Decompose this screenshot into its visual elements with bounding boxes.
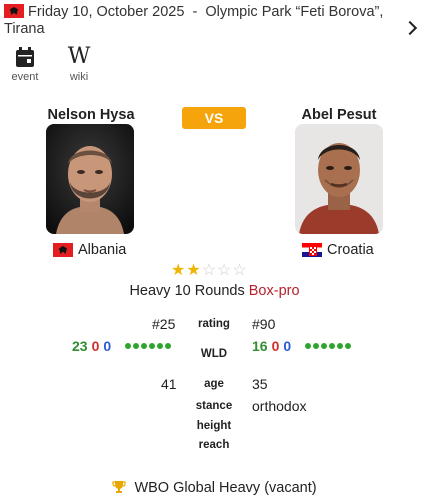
fighter2-name[interactable]: Abel Pesut — [292, 107, 386, 123]
fighter2-losses: 0 — [271, 338, 280, 354]
wiki-link-label: wiki — [69, 71, 89, 83]
win-dot — [329, 343, 336, 349]
star-empty-icon: ☆ — [217, 262, 232, 279]
win-dot — [157, 343, 164, 349]
age-label: age — [204, 378, 224, 390]
fighter1-name[interactable]: Nelson Hysa — [44, 107, 138, 123]
wld-label: WLD — [200, 348, 228, 360]
win-dot — [305, 343, 312, 349]
albania-flag-icon — [53, 243, 73, 257]
event-date: Friday 10, October 2025 — [28, 4, 185, 20]
fighter2-record: 16 0 0 — [252, 338, 352, 354]
title-belt: WBO Global Heavy (vacant) — [0, 480, 429, 496]
fighter2-photo[interactable] — [295, 124, 383, 234]
fighter2-rank: #90 — [252, 316, 276, 332]
fighter1-photo[interactable] — [46, 124, 134, 234]
quick-links: event W wiki — [6, 44, 98, 84]
fighter2-country-label: Croatia — [327, 242, 374, 258]
height-label: height — [196, 420, 232, 432]
event-separator: - — [192, 4, 198, 20]
calendar-icon — [6, 46, 44, 68]
fighter1-losses: 0 — [91, 338, 100, 354]
event-link-label: event — [11, 71, 39, 83]
wiki-link[interactable]: W wiki — [60, 44, 98, 84]
fight-rating-stars: ★ ★ ☆ ☆ ☆ — [171, 263, 247, 279]
win-dot — [133, 343, 140, 349]
star-empty-icon: ☆ — [232, 262, 247, 279]
fighter1-rank: #25 — [152, 316, 176, 332]
trophy-icon — [112, 481, 127, 493]
win-dot — [337, 343, 344, 349]
croatia-flag-icon — [302, 243, 322, 257]
win-dot — [165, 343, 172, 349]
win-dot — [125, 343, 132, 349]
fighter1-age: 41 — [161, 376, 177, 392]
fighter1-record: 23 0 0 — [72, 338, 172, 354]
star-filled-icon: ★ — [171, 262, 186, 279]
fighter1-country: Albania — [53, 242, 126, 258]
fighter2-stance: orthodox — [252, 398, 307, 414]
rating-label: rating — [198, 318, 230, 330]
fighter1-country-label: Albania — [78, 242, 127, 258]
fight-info: Heavy 10 Rounds Box-pro — [0, 283, 429, 299]
stance-label: stance — [195, 400, 233, 412]
event-link[interactable]: event — [6, 46, 44, 83]
win-dot — [141, 343, 148, 349]
title-belt-label: WBO Global Heavy (vacant) — [134, 480, 317, 496]
reach-label: reach — [198, 439, 230, 451]
wikipedia-icon: W — [67, 44, 91, 69]
fight-type[interactable]: Box-pro — [249, 283, 300, 299]
fighter1-wins: 23 — [72, 338, 88, 354]
albania-flag-icon — [4, 4, 24, 18]
fighter1-draws: 0 — [103, 338, 112, 354]
win-dot — [313, 343, 320, 349]
fighter2-draws: 0 — [283, 338, 292, 354]
fighter2-age: 35 — [252, 376, 268, 392]
chevron-right-icon[interactable] — [405, 20, 417, 38]
fighter1-last-fights — [125, 343, 172, 349]
event-header[interactable]: Friday 10, October 2025 - Olympic Park “… — [4, 4, 399, 38]
star-filled-icon: ★ — [186, 262, 201, 279]
vs-badge: VS — [182, 107, 246, 129]
fighter2-country: Croatia — [302, 242, 374, 258]
fighter2-last-fights — [305, 343, 352, 349]
fight-details: Heavy 10 Rounds — [129, 283, 245, 299]
star-empty-icon: ☆ — [201, 262, 217, 279]
win-dot — [149, 343, 156, 349]
win-dot — [345, 343, 352, 349]
fighter2-wins: 16 — [252, 338, 268, 354]
win-dot — [321, 343, 328, 349]
